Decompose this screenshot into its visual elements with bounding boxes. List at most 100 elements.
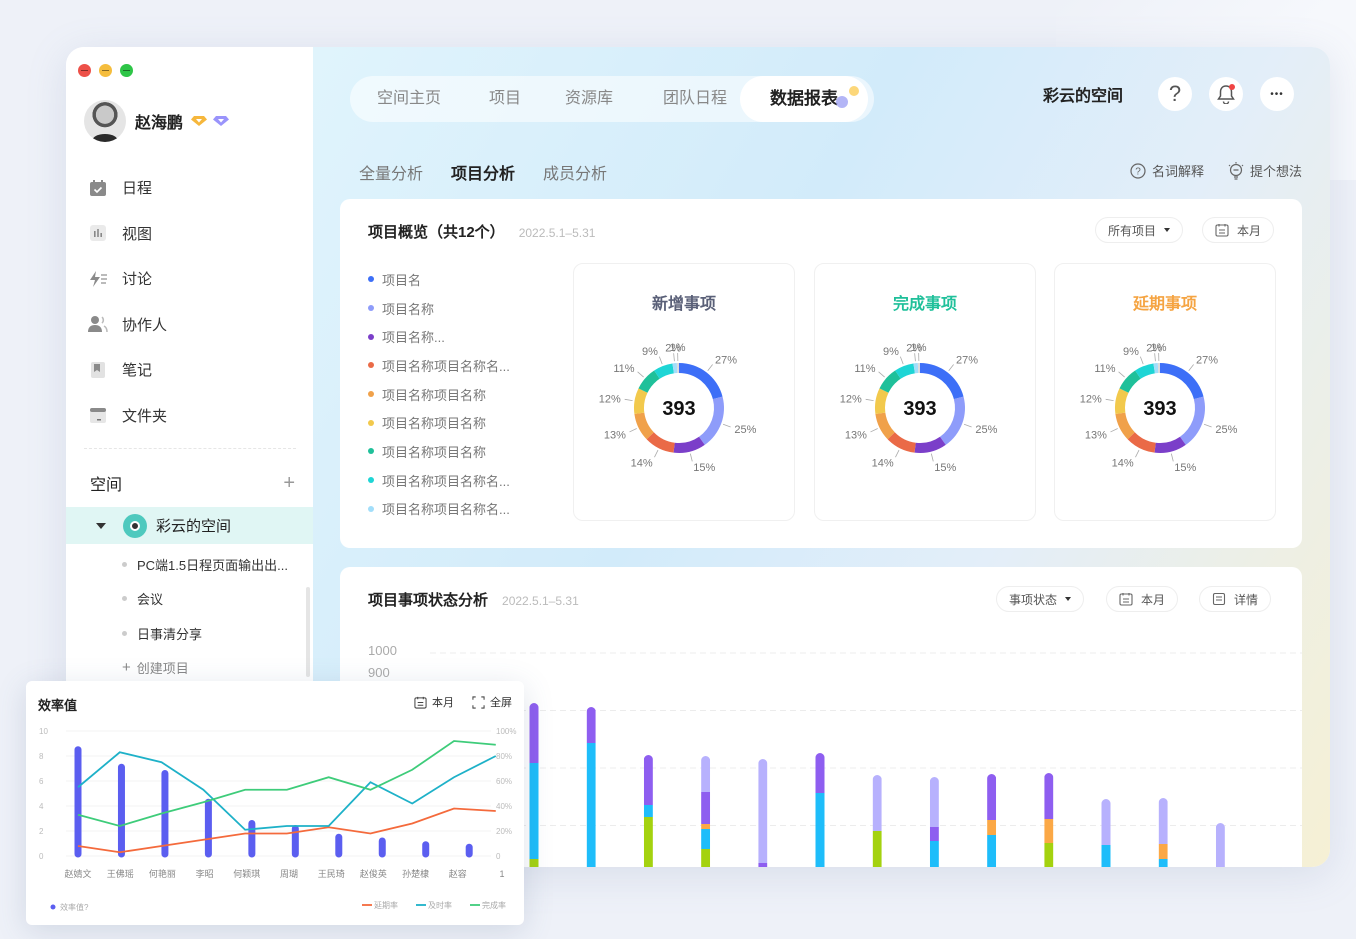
tab-overall-analysis[interactable]: 全量分析	[359, 160, 423, 184]
stacked-bar[interactable]	[929, 777, 939, 867]
line-series-延期率[interactable]	[77, 807, 496, 854]
sidebar-scrollbar[interactable]	[306, 587, 310, 677]
slice-percent-label: 11%	[854, 363, 875, 375]
tab-member-analysis[interactable]: 成员分析	[543, 160, 607, 184]
slice-percent-label: 13%	[1085, 430, 1107, 442]
stacked-bar[interactable]	[758, 759, 768, 867]
sidebar-item-discussion[interactable]: 讨论	[88, 256, 298, 302]
create-project-button[interactable]: + 创建项目	[122, 651, 302, 686]
line-series-完成率[interactable]	[77, 740, 496, 827]
project-filter-dropdown[interactable]: 所有项目	[1095, 217, 1184, 243]
add-space-button[interactable]: +	[283, 472, 295, 495]
label-leader-line	[1139, 356, 1144, 365]
bar-segment-lavender	[929, 777, 939, 827]
close-window-button[interactable]	[78, 64, 91, 77]
tab-project-analysis[interactable]: 项目分析	[451, 160, 515, 184]
donut-slice[interactable]	[914, 436, 946, 453]
maximize-window-button[interactable]	[120, 64, 133, 77]
more-button[interactable]: •••	[1260, 77, 1294, 111]
legend-item: 项目名称项目名称	[368, 437, 510, 466]
donut-slice[interactable]	[699, 396, 724, 445]
label-leader-line	[948, 364, 954, 372]
tab-resources[interactable]: 资源库	[565, 76, 613, 122]
legend-item: 项目名称	[368, 294, 510, 323]
donut-slice[interactable]	[634, 388, 648, 415]
sidebar-item-notes[interactable]: 笔记	[88, 347, 298, 393]
donut-slice[interactable]	[1154, 436, 1186, 453]
project-label: PC端1.5日程页面输出出...	[137, 557, 288, 573]
efficiency-combo-chart: 0 0 2 20% 4 40% 6 60% 8 80% 10 100% 赵婧文 王佛瑶 何艳丽 李昭 何颖琪 周瑚…	[39, 727, 516, 912]
user-profile[interactable]: 赵海鹏	[84, 100, 230, 142]
right-axis-tick: 20%	[496, 827, 512, 836]
donut-title: 完成事项	[892, 296, 957, 313]
tab-data-reports[interactable]: 数据报表	[740, 76, 868, 122]
line-series-及时率[interactable]	[77, 751, 497, 831]
bar-segment-blue	[929, 841, 939, 867]
period-button[interactable]: 本月	[1202, 217, 1275, 243]
slice-percent-label: 1%	[1151, 342, 1167, 354]
bar-segment-lavender	[1101, 799, 1111, 845]
tab-space-home[interactable]: 空间主页	[377, 76, 441, 122]
bullet-icon	[122, 596, 127, 602]
stacked-bar[interactable]	[1215, 823, 1225, 867]
stacked-bar[interactable]	[1158, 798, 1168, 867]
help-button[interactable]: ?	[1158, 77, 1192, 111]
bar-segment-blue	[1158, 859, 1168, 867]
stacked-bar[interactable]	[1044, 773, 1054, 867]
x-axis-label: 赵婧文	[64, 868, 91, 879]
sidebar-item-folder[interactable]: 文件夹	[88, 393, 298, 439]
caret-down-icon	[1164, 228, 1171, 232]
stacked-bar[interactable]	[643, 755, 653, 867]
stacked-bar[interactable]	[529, 703, 539, 867]
slice-percent-label: 25%	[1215, 424, 1237, 436]
left-axis-tick: 6	[39, 777, 44, 786]
legend-label: 项目名	[382, 272, 422, 288]
stacked-bar[interactable]	[1101, 799, 1111, 867]
current-space-name[interactable]: 彩云的空间	[1043, 82, 1123, 106]
donut-slice[interactable]	[1180, 396, 1205, 445]
label-leader-line	[1154, 353, 1156, 362]
donut-slice[interactable]	[875, 388, 889, 415]
sidebar-item-schedule[interactable]: 日程	[88, 165, 298, 211]
label-leader-line	[629, 428, 637, 433]
sidebar-item-view[interactable]: 视图	[88, 211, 298, 257]
y-tick-label: 1000	[368, 643, 397, 658]
donut-slice[interactable]	[920, 363, 964, 400]
donut-slice[interactable]	[646, 432, 675, 453]
donut-slice[interactable]	[1115, 388, 1129, 415]
create-project-label: 创建项目	[136, 661, 189, 677]
label-leader-line	[930, 453, 934, 462]
feedback-label: 提个想法	[1249, 164, 1302, 179]
stacked-bar[interactable]	[987, 774, 997, 867]
donut-slice[interactable]	[679, 363, 723, 400]
legend-item: 项目名称项目名称名...	[368, 466, 510, 495]
sidebar-item-collaborators[interactable]: 协作人	[88, 302, 298, 348]
bullet-icon	[122, 561, 127, 567]
stacked-bar[interactable]	[586, 707, 596, 867]
project-item[interactable]: 会议	[122, 582, 302, 617]
glossary-link[interactable]: ? 名词解释	[1130, 161, 1204, 180]
donut-slice[interactable]	[673, 436, 705, 453]
label-leader-line	[1105, 398, 1114, 401]
bar-segment-purple	[929, 827, 939, 841]
collaborators-icon	[88, 315, 108, 333]
project-item[interactable]: PC端1.5日程页面输出出...	[122, 547, 302, 582]
project-item[interactable]: 日事清分享	[122, 616, 302, 651]
caret-down-icon[interactable]	[96, 522, 106, 529]
donut-slice[interactable]	[1127, 432, 1156, 453]
donut-slice[interactable]	[887, 432, 916, 453]
stacked-bar[interactable]	[815, 753, 825, 867]
stacked-bar[interactable]	[872, 775, 882, 867]
avatar[interactable]	[84, 100, 126, 142]
minimize-window-button[interactable]	[99, 64, 112, 77]
feedback-link[interactable]: 提个想法	[1228, 161, 1302, 180]
donut-slice[interactable]	[1160, 363, 1204, 400]
notifications-button[interactable]	[1209, 77, 1243, 111]
tab-team-schedule[interactable]: 团队日程	[663, 76, 727, 122]
stacked-bar[interactable]	[701, 756, 711, 867]
legend-label: 项目名称项目名称名...	[382, 502, 510, 518]
donut-slice[interactable]	[940, 396, 965, 445]
tab-projects[interactable]: 项目	[489, 76, 521, 122]
space-item-active[interactable]: 彩云的空间	[66, 507, 313, 544]
plus-icon: +	[122, 659, 131, 677]
